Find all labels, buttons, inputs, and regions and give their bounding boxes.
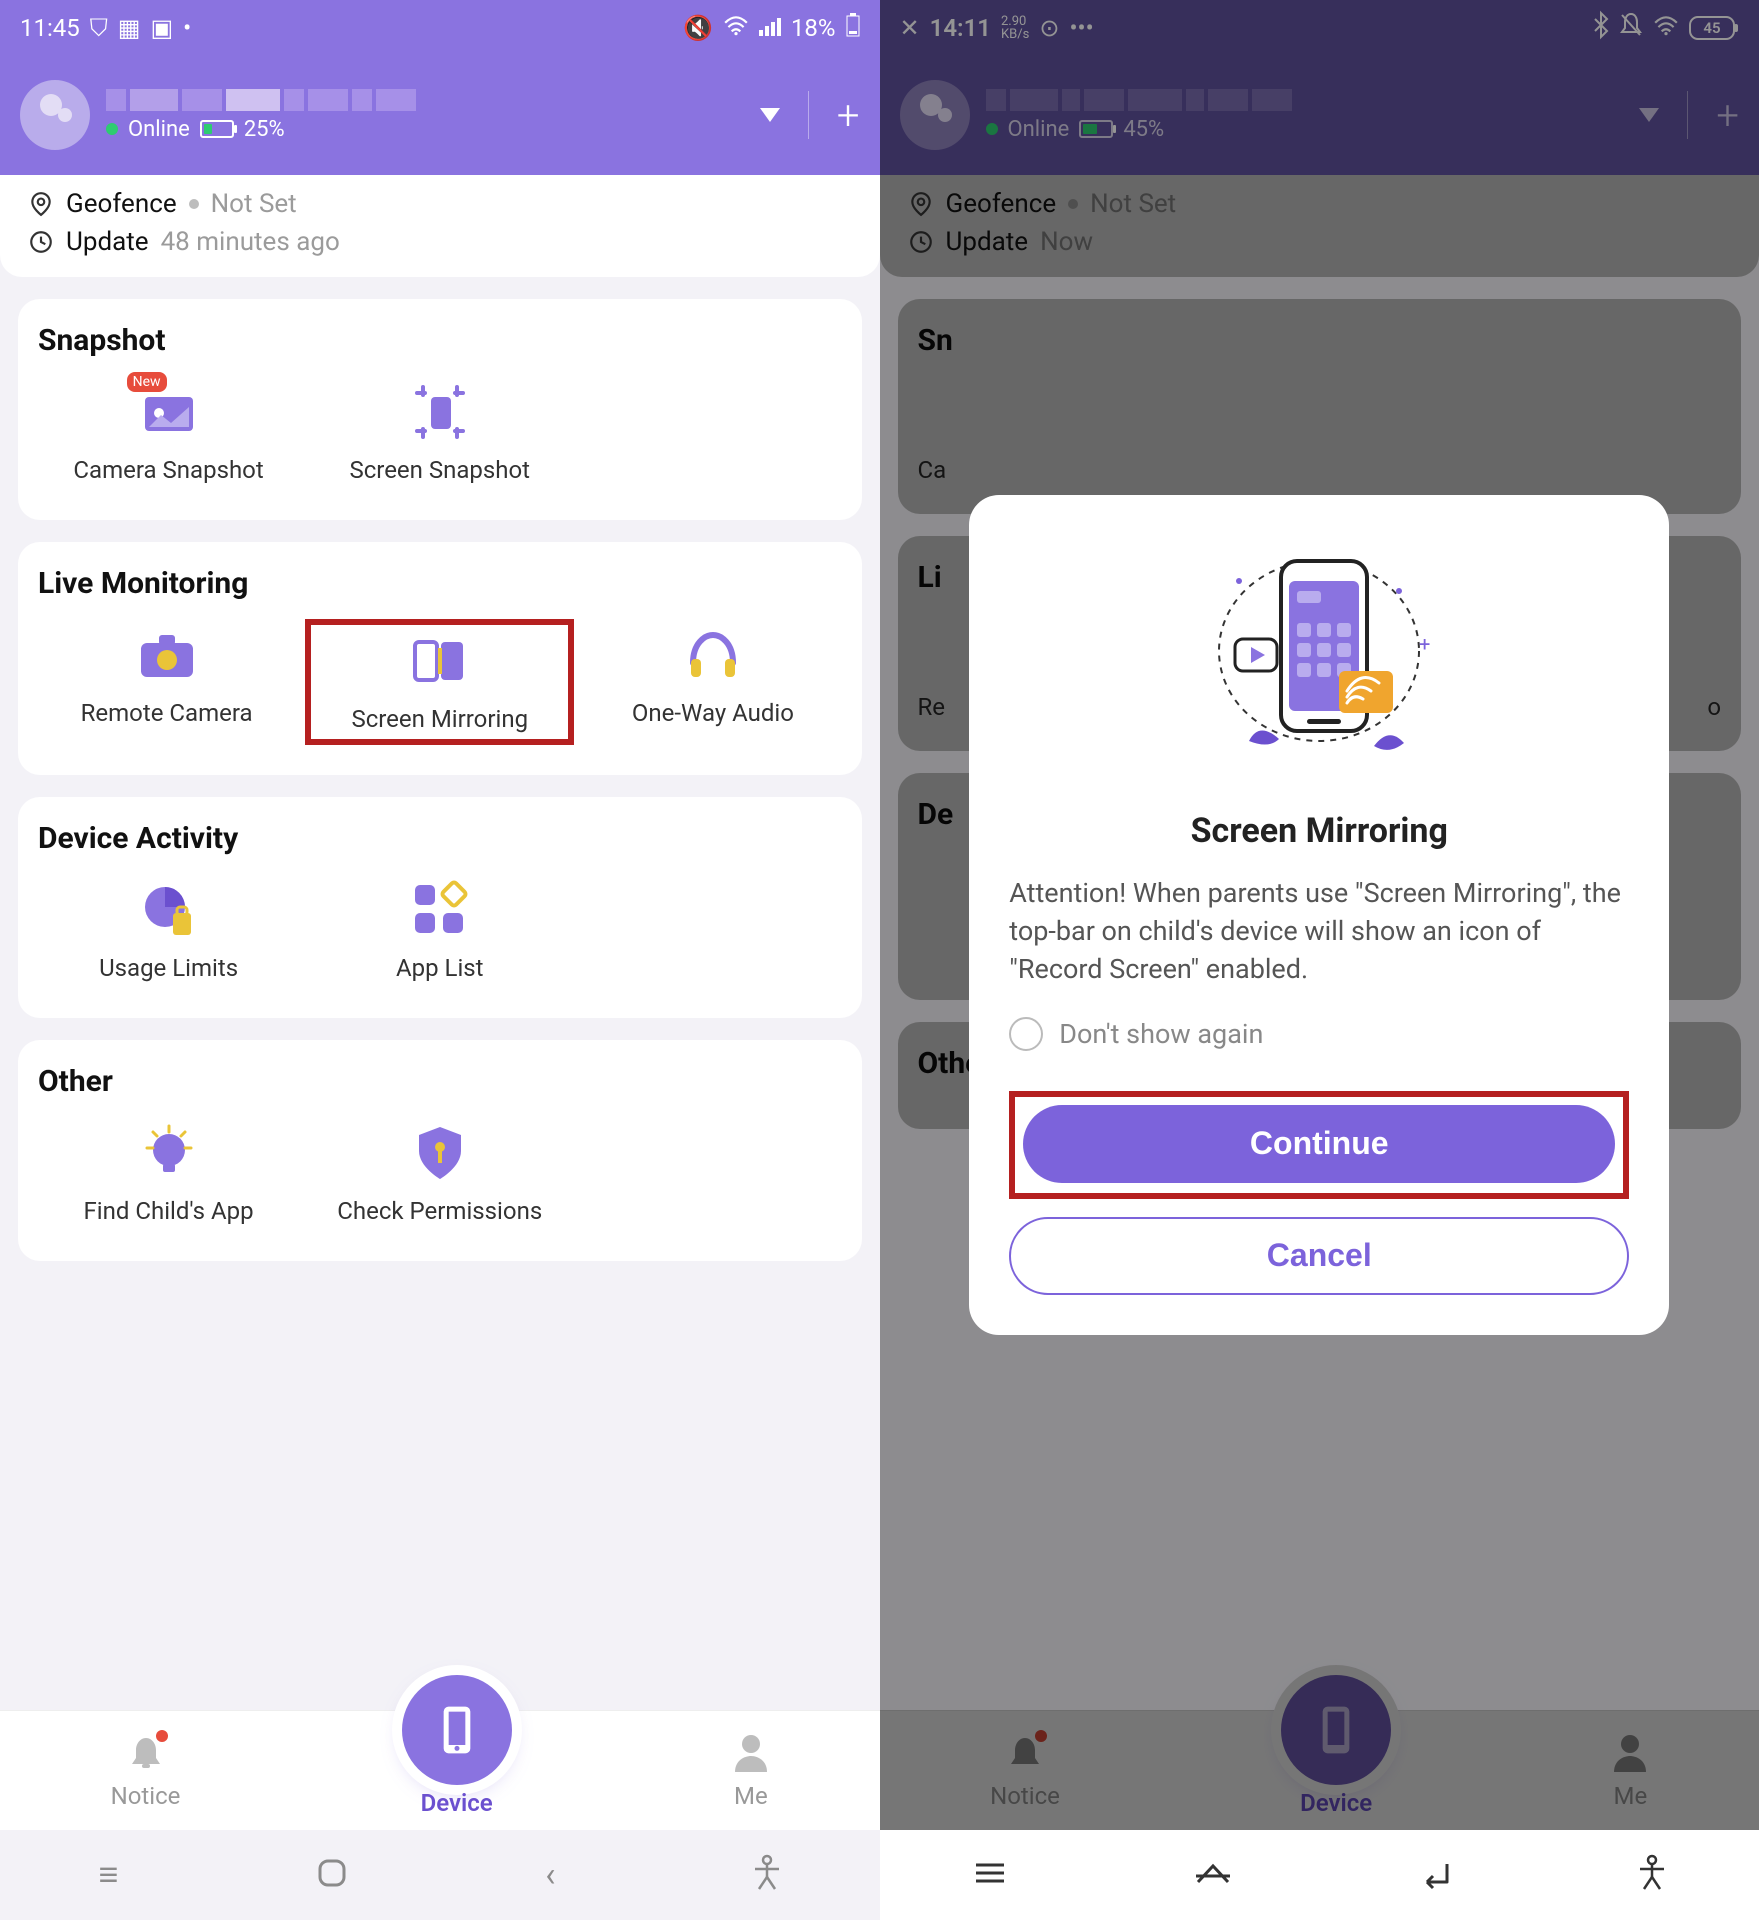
modal-title: Screen Mirroring — [1191, 811, 1448, 851]
battery-icon — [200, 120, 234, 138]
camera-icon — [137, 625, 197, 685]
section-title: Other — [38, 1064, 842, 1099]
bottom-nav: Notice Device Me — [0, 1710, 880, 1830]
screen-mirroring-tile[interactable]: Screen Mirroring — [305, 619, 574, 745]
tile-label: Screen Snapshot — [349, 456, 530, 484]
remote-camera-tile[interactable]: Remote Camera — [38, 619, 295, 745]
nav-me[interactable]: Me — [733, 1732, 769, 1810]
tile-label: Check Permissions — [337, 1197, 542, 1225]
accessibility-icon[interactable] — [1638, 1855, 1666, 1895]
headphones-icon — [683, 625, 743, 685]
geofence-icon — [28, 191, 54, 217]
checkbox-icon — [1009, 1017, 1043, 1051]
tile-label: One-Way Audio — [632, 699, 794, 727]
status-battery: 18% — [791, 14, 836, 42]
recents-icon[interactable]: ≡ — [99, 1855, 119, 1895]
app-list-tile[interactable]: App List — [309, 874, 570, 988]
device-activity-section: Device Activity Usage Limits App List — [18, 797, 862, 1018]
geofence-label: Geofence — [66, 189, 177, 219]
sd-icon: ▦ — [118, 14, 141, 42]
screen-snapshot-tile[interactable]: Screen Snapshot — [309, 376, 570, 490]
screen-mirroring-icon — [410, 631, 470, 691]
add-button[interactable]: + — [837, 92, 860, 139]
camera-snapshot-tile[interactable]: New Camera Snapshot — [38, 376, 299, 490]
tile-label: Screen Mirroring — [351, 705, 528, 733]
checkbox-label: Don't show again — [1059, 1018, 1263, 1050]
shield-icon: ⛉ — [90, 14, 108, 42]
screen-mirroring-modal: + Screen Mirroring Attention! When paren… — [969, 495, 1669, 1334]
status-bar: 11:45 ⛉ ▦ ▣ • 🔇 18% — [0, 0, 880, 55]
app-list-icon — [410, 880, 470, 940]
tile-label: Remote Camera — [81, 699, 253, 727]
menu-icon[interactable] — [972, 1859, 1008, 1891]
section-title: Live Monitoring — [38, 566, 842, 601]
device-battery: 25% — [244, 117, 285, 142]
avatar[interactable] — [20, 80, 90, 150]
chevron-down-icon[interactable] — [760, 108, 780, 122]
tile-label: Camera Snapshot — [73, 456, 263, 484]
section-title: Snapshot — [38, 323, 842, 358]
mute-icon: 🔇 — [683, 14, 713, 42]
update-value: 48 minutes ago — [161, 227, 340, 257]
nav-device[interactable]: Device — [402, 1725, 512, 1817]
wifi-icon — [723, 14, 749, 42]
nav-notice[interactable]: Notice — [111, 1732, 181, 1810]
system-nav: ≡ ‹ — [0, 1830, 880, 1920]
device-icon — [402, 1675, 512, 1785]
shield-icon — [410, 1123, 470, 1183]
find-child-app-tile[interactable]: Find Child's App — [38, 1117, 299, 1231]
modal-body: Attention! When parents use "Screen Mirr… — [1009, 875, 1629, 988]
back-icon[interactable] — [1417, 1858, 1453, 1892]
profile-name-redacted — [106, 89, 744, 111]
back-icon[interactable]: ‹ — [545, 1855, 555, 1895]
live-monitoring-section: Live Monitoring Remote Camera Screen Mir… — [18, 542, 862, 775]
svg-text:+: + — [1419, 632, 1430, 656]
tile-label: App List — [396, 954, 484, 982]
modal-illustration: + — [1189, 531, 1449, 791]
battery-icon — [846, 13, 860, 43]
modal-overlay: + Screen Mirroring Attention! When paren… — [880, 0, 1759, 1830]
info-rows: Geofence Not Set Update 48 minutes ago — [0, 175, 880, 277]
online-label: Online — [128, 117, 190, 142]
image-icon: ▣ — [150, 14, 173, 42]
tile-label: Usage Limits — [99, 954, 238, 982]
accessibility-icon[interactable] — [753, 1855, 781, 1895]
status-time: 11:45 — [20, 14, 80, 42]
home-icon[interactable] — [1194, 1858, 1232, 1892]
other-section: Other Find Child's App Check Permissions — [18, 1040, 862, 1261]
check-permissions-tile[interactable]: Check Permissions — [309, 1117, 570, 1231]
system-nav — [880, 1830, 1759, 1920]
usage-limits-tile[interactable]: Usage Limits — [38, 874, 299, 988]
bulb-icon — [139, 1123, 199, 1183]
bell-icon — [126, 1732, 166, 1778]
person-icon — [733, 1732, 769, 1778]
clock-icon — [28, 229, 54, 255]
tile-label: Find Child's App — [84, 1197, 254, 1225]
update-label: Update — [66, 227, 149, 257]
geofence-value: Not Set — [211, 189, 297, 219]
section-title: Device Activity — [38, 821, 842, 856]
home-icon[interactable] — [316, 1857, 348, 1893]
profile-header[interactable]: Online 25% + — [0, 55, 880, 175]
cancel-button[interactable]: Cancel — [1009, 1217, 1629, 1295]
snapshot-section: Snapshot New Camera Snapshot Screen Snap… — [18, 299, 862, 520]
usage-limits-icon — [139, 880, 199, 940]
one-way-audio-tile[interactable]: One-Way Audio — [584, 619, 841, 745]
dont-show-again-checkbox[interactable]: Don't show again — [1009, 1017, 1263, 1051]
online-dot-icon — [106, 123, 118, 135]
new-badge: New — [127, 372, 167, 392]
camera-snapshot-icon: New — [139, 382, 199, 442]
screen-snapshot-icon — [410, 382, 470, 442]
signal-icon — [759, 14, 781, 42]
continue-button[interactable]: Continue — [1023, 1105, 1615, 1183]
